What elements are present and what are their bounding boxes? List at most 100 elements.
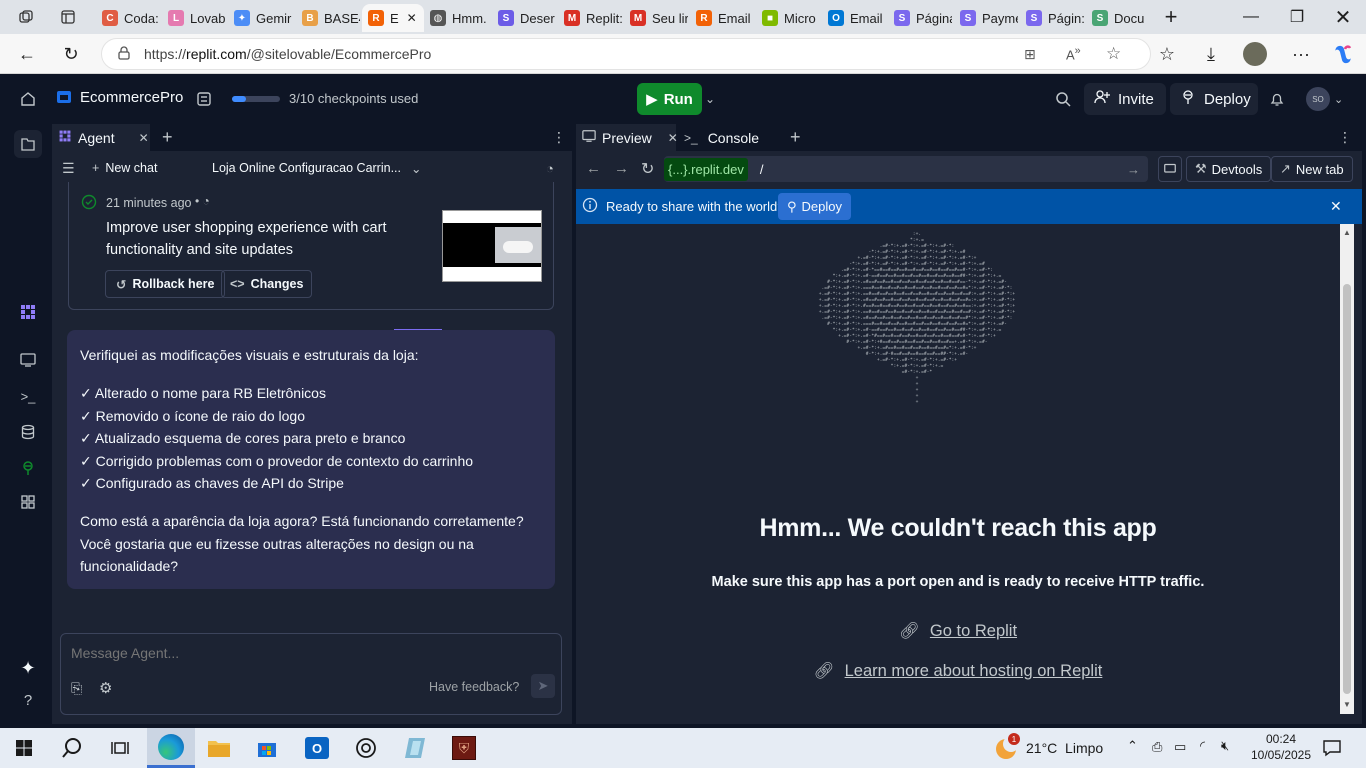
favorite-star-icon[interactable]: ☆ (1106, 44, 1121, 64)
preview-address-input[interactable]: {...}.replit.dev / → (664, 156, 1148, 182)
help-icon[interactable]: ? (16, 688, 40, 712)
wifi-icon[interactable]: ◜ (1200, 738, 1205, 754)
browser-tab[interactable]: R E ✕ (362, 4, 424, 32)
notifications-bell-icon[interactable] (1266, 88, 1288, 110)
workspaces-icon[interactable] (4, 0, 48, 34)
scroll-down-icon[interactable]: ▼ (1343, 700, 1351, 709)
browser-tab[interactable]: ✦ Gemir (228, 4, 292, 32)
close-tab-icon[interactable]: ✕ (139, 131, 149, 145)
all-tools-grid-icon[interactable] (16, 490, 40, 514)
go-to-replit-link[interactable]: 🔗︎ Go to Replit (576, 622, 1340, 641)
deployments-tool-icon[interactable] (16, 456, 40, 480)
pane-menu-icon[interactable]: ⋮ (1332, 124, 1358, 151)
back-icon[interactable]: ← (12, 40, 42, 68)
battery-icon[interactable]: ▭ (1174, 739, 1186, 755)
chat-title-dropdown[interactable]: Loja Online Configuracao Carrin... ⌄ (212, 161, 421, 176)
favorites-icon[interactable]: ☆ (1152, 40, 1182, 68)
chatgpt-icon[interactable] (342, 728, 390, 768)
file-explorer-icon[interactable] (195, 728, 243, 768)
agent-tool-icon[interactable] (16, 300, 40, 324)
chat-history-icon[interactable]: ☰ (62, 160, 75, 177)
profile-avatar[interactable] (1240, 40, 1270, 68)
meet-now-icon[interactable]: ⎙ (1152, 739, 1162, 755)
device-preview-icon[interactable] (1158, 156, 1182, 182)
send-icon[interactable]: ➤ (531, 674, 555, 698)
show-hidden-icons-chevron-icon[interactable]: ⌃ (1127, 738, 1138, 754)
settings-gear-icon[interactable]: ⚙ (99, 679, 112, 697)
minimize-icon[interactable]: — (1228, 0, 1274, 34)
maximize-icon[interactable]: ❐ (1274, 0, 1320, 34)
store-icon[interactable] (243, 728, 291, 768)
preview-scrollbar[interactable]: ▲ ▼ (1340, 224, 1354, 714)
start-windows-icon[interactable] (0, 728, 48, 768)
close-window-icon[interactable]: ✕ (1320, 0, 1366, 34)
tab-agent[interactable]: Agent ✕ (52, 124, 150, 151)
browser-tab[interactable]: M Seu lir (624, 4, 688, 32)
scroll-up-icon[interactable]: ▲ (1343, 228, 1351, 237)
database-tool-icon[interactable] (16, 420, 40, 444)
banner-deploy-button[interactable]: ⚲ Deploy (778, 193, 851, 220)
copilot-icon[interactable] (1328, 40, 1358, 68)
message-input[interactable] (71, 642, 551, 664)
feedback-link[interactable]: Have feedback? (429, 680, 519, 694)
learn-hosting-link[interactable]: 🔗︎ Learn more about hosting on Replit (576, 662, 1340, 681)
new-tab-button[interactable]: ↗ New tab (1271, 156, 1353, 182)
browser-tab[interactable]: S Deser (492, 4, 556, 32)
devtools-button[interactable]: ⚒ Devtools (1186, 156, 1272, 182)
edge-taskbar-icon[interactable] (147, 728, 195, 768)
attach-paperclip-icon[interactable]: ⎘ (71, 680, 82, 697)
notifications-icon[interactable] (1322, 738, 1342, 763)
browser-tab[interactable]: S Págin: (1020, 4, 1084, 32)
app-launcher-icon[interactable] (391, 728, 439, 768)
more-menu-icon[interactable]: ··· (1286, 40, 1316, 68)
browser-tab[interactable]: S Página (888, 4, 952, 32)
browser-tab[interactable]: R Email (690, 4, 754, 32)
scrollbar-thumb[interactable] (1343, 284, 1351, 694)
invite-button[interactable]: Invite (1084, 83, 1166, 115)
game-app-icon[interactable]: ⛨ (440, 728, 488, 768)
shell-tool-icon[interactable]: >_ (16, 384, 40, 408)
reload-icon[interactable]: ↻ (56, 40, 86, 68)
close-banner-icon[interactable]: ✕ (1330, 198, 1342, 215)
clock[interactable]: 00:24 10/05/2025 (1250, 731, 1312, 763)
downloads-icon[interactable]: ⤓ (1196, 40, 1226, 68)
tab-preview[interactable]: Preview ✕ (576, 124, 678, 151)
vertical-tabs-icon[interactable] (46, 0, 90, 34)
changes-button[interactable]: <> Changes (221, 270, 313, 298)
tab-console[interactable]: >_ Console (678, 124, 774, 151)
browser-tab[interactable]: S Payme (954, 4, 1018, 32)
browser-tab[interactable]: O Email (822, 4, 886, 32)
add-tab-icon[interactable]: + (784, 124, 807, 151)
browser-tab[interactable]: ■ Micro (756, 4, 820, 32)
browser-tab[interactable]: S Docu (1086, 4, 1150, 32)
close-tab-icon[interactable]: ✕ (668, 131, 678, 145)
rollback-button[interactable]: ↺ Rollback here (105, 270, 226, 298)
run-options-chevron-icon[interactable]: ⌄ (702, 89, 718, 109)
sparkle-icon[interactable]: ✦ (16, 656, 40, 680)
webview-tool-icon[interactable] (16, 348, 40, 372)
add-tab-icon[interactable]: + (156, 124, 179, 151)
forward-icon[interactable]: → (614, 160, 629, 177)
volume-muted-icon[interactable]: 🔇︎ (1221, 738, 1229, 754)
close-tab-icon[interactable]: ✕ (407, 11, 417, 25)
browser-tab[interactable]: M Replit: (558, 4, 622, 32)
checkpoint-screenshot-thumbnail[interactable] (442, 210, 542, 282)
run-button[interactable]: ▶ Run (637, 83, 702, 115)
weather-widget[interactable]: 1 21°C Limpo (996, 733, 1103, 762)
task-view-icon[interactable] (96, 728, 144, 768)
file-tree-icon[interactable] (194, 89, 214, 109)
pane-menu-icon[interactable]: ⋮ (546, 124, 572, 151)
account-menu[interactable]: SO ⌄ (1306, 87, 1343, 111)
project-title[interactable]: EcommercePro (56, 88, 183, 106)
deploy-button[interactable]: Deploy (1170, 83, 1258, 115)
home-icon[interactable] (18, 89, 38, 109)
usage-gauge-icon[interactable]: ◔ (546, 161, 554, 176)
browser-tab[interactable]: B BASE4 (296, 4, 360, 32)
read-aloud-icon[interactable]: A» (1066, 45, 1081, 62)
browser-tab[interactable]: ◍ Hmm. (424, 4, 488, 32)
new-tab-icon[interactable]: + (1154, 0, 1188, 34)
browser-tab[interactable]: C Coda: (96, 4, 160, 32)
search-icon[interactable] (1052, 88, 1074, 110)
back-icon[interactable]: ← (586, 160, 601, 177)
new-chat-button[interactable]: + New chat (92, 161, 157, 175)
